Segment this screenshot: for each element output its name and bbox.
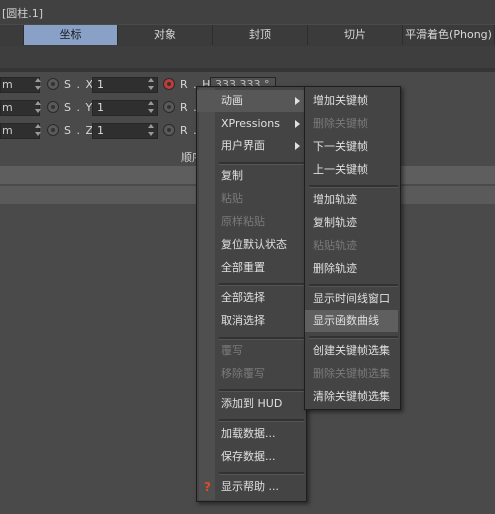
menu-item-label: 复制轨迹 [313, 216, 357, 229]
menu-separator [219, 283, 304, 286]
menu-item-copy[interactable]: 复制 [197, 165, 304, 187]
menu-item-label: 动画 [221, 94, 243, 107]
tab-phong[interactable]: 平滑着色(Phong) [403, 25, 495, 45]
submenu-item-copy-track[interactable]: 复制轨迹 [305, 212, 398, 234]
scale-x-label: S . X [64, 78, 95, 91]
menu-item-label: 原样粘贴 [221, 215, 265, 228]
menu-item-animation[interactable]: 动画 [197, 90, 304, 112]
stepper-icon[interactable] [34, 101, 42, 113]
menu-separator [219, 389, 304, 392]
divider [0, 68, 495, 72]
submenu-item-show-fcurve[interactable]: 显示函数曲线 [305, 310, 398, 332]
menu-item-load-data[interactable]: 加载数据... [197, 423, 304, 445]
rotation-p-label: R . [180, 101, 198, 114]
menu-item-label: 复位默认状态 [221, 238, 287, 251]
keyframe-radio-icon[interactable] [47, 101, 59, 113]
menu-item-label: 保存数据... [221, 450, 276, 463]
keyframe-radio-icon[interactable] [163, 124, 175, 136]
submenu-item-next-keyframe[interactable]: 下一关键帧 [305, 136, 398, 158]
menu-separator [309, 284, 398, 287]
menu-separator [309, 336, 398, 339]
tab-partial[interactable] [0, 25, 24, 45]
tab-slice[interactable]: 切片 [308, 25, 403, 45]
menu-item-label: 上一关键帧 [313, 163, 368, 176]
rotation-b-label: R . [180, 124, 198, 137]
stepper-icon[interactable] [34, 78, 42, 90]
menu-item-deselect[interactable]: 取消选择 [197, 310, 304, 332]
stepper-icon[interactable] [34, 124, 42, 136]
keyframe-radio-icon[interactable] [47, 78, 59, 90]
submenu-item-create-key-selection[interactable]: 创建关键帧选集 [305, 340, 398, 362]
menu-item-label: 粘贴 [221, 192, 243, 205]
submenu-arrow-icon [295, 97, 300, 105]
submenu-item-clear-key-selection[interactable]: 清除关键帧选集 [305, 386, 398, 408]
window-title: [圆柱.1] [2, 7, 44, 20]
menu-item-label: XPressions [221, 117, 280, 130]
menu-item-save-data[interactable]: 保存数据... [197, 446, 304, 468]
menu-item-label: 删除关键帧选集 [313, 367, 390, 380]
menu-item-label: 删除关键帧 [313, 117, 368, 130]
tab-coordinates[interactable]: 坐标 [24, 25, 118, 45]
menu-item-xpressions[interactable]: XPressions [197, 113, 304, 135]
menu-item-label: 移除覆写 [221, 367, 265, 380]
menu-item-remove-override[interactable]: 移除覆写 [197, 363, 304, 385]
keyframe-radio-icon[interactable] [163, 101, 175, 113]
submenu-item-delete-track[interactable]: 删除轨迹 [305, 258, 398, 280]
submenu-item-add-keyframe[interactable]: 增加关键帧 [305, 90, 398, 112]
submenu-item-add-track[interactable]: 增加轨迹 [305, 189, 398, 211]
menu-item-label: 显示函数曲线 [313, 314, 379, 327]
menu-item-user-interface[interactable]: 用户界面 [197, 135, 304, 157]
menu-item-label: 添加到 HUD [221, 397, 283, 410]
submenu-item-delete-keyframe[interactable]: 删除关键帧 [305, 113, 398, 135]
menu-item-label: 全部选择 [221, 291, 265, 304]
menu-separator [219, 472, 304, 475]
submenu-item-show-timeline[interactable]: 显示时间线窗口 [305, 288, 398, 310]
menu-item-label: 增加轨迹 [313, 193, 357, 206]
menu-item-label: 下一关键帧 [313, 140, 368, 153]
menu-item-show-help[interactable]: ? 显示帮助 ... [197, 476, 304, 498]
tab-caps[interactable]: 封顶 [213, 25, 308, 45]
tab-object[interactable]: 对象 [118, 25, 213, 45]
menu-separator [219, 419, 304, 422]
attribute-tabs: 坐标 对象 封顶 切片 平滑着色(Phong) [0, 25, 495, 46]
submenu-item-delete-key-selection[interactable]: 删除关键帧选集 [305, 363, 398, 385]
keyframe-radio-icon[interactable] [163, 78, 175, 90]
menu-item-paste-as-is[interactable]: 原样粘贴 [197, 211, 304, 233]
menu-item-label: 用户界面 [221, 139, 265, 152]
submenu-item-prev-keyframe[interactable]: 上一关键帧 [305, 159, 398, 181]
context-menu: 动画 XPressions 用户界面 复制 粘贴 原样粘贴 复位默认状态 全部重… [196, 86, 307, 502]
submenu-item-paste-track[interactable]: 粘贴轨迹 [305, 235, 398, 257]
submenu-arrow-icon [295, 142, 300, 150]
menu-item-add-to-hud[interactable]: 添加到 HUD [197, 393, 304, 415]
menu-item-reset-all[interactable]: 全部重置 [197, 257, 304, 279]
menu-item-label: 增加关键帧 [313, 94, 368, 107]
keyframe-radio-icon[interactable] [47, 124, 59, 136]
menu-item-label: 删除轨迹 [313, 262, 357, 275]
animation-submenu: 增加关键帧 删除关键帧 下一关键帧 上一关键帧 增加轨迹 复制轨迹 粘贴轨迹 删… [304, 86, 401, 410]
menu-item-select-all[interactable]: 全部选择 [197, 287, 304, 309]
title-bar: [圆柱.1] [0, 0, 495, 24]
toolbar-strip [0, 46, 495, 68]
menu-item-label: 复制 [221, 169, 243, 182]
menu-item-label: 清除关键帧选集 [313, 390, 390, 403]
menu-item-label: 加载数据... [221, 427, 276, 440]
menu-item-label: 取消选择 [221, 314, 265, 327]
scale-y-label: S . Y [64, 101, 94, 114]
menu-separator [309, 185, 398, 188]
submenu-arrow-icon [295, 120, 300, 128]
menu-item-label: 全部重置 [221, 261, 265, 274]
scale-z-label: S . Z [64, 124, 95, 137]
stepper-icon[interactable] [147, 101, 155, 113]
menu-item-label: 粘贴轨迹 [313, 239, 357, 252]
menu-item-override[interactable]: 覆写 [197, 340, 304, 362]
menu-item-paste[interactable]: 粘贴 [197, 188, 304, 210]
menu-item-label: 覆写 [221, 344, 243, 357]
menu-item-label: 显示帮助 ... [221, 480, 279, 493]
help-icon: ? [204, 480, 211, 494]
menu-item-reset-default[interactable]: 复位默认状态 [197, 234, 304, 256]
stepper-icon[interactable] [147, 78, 155, 90]
menu-item-label: 创建关键帧选集 [313, 344, 390, 357]
stepper-icon[interactable] [147, 124, 155, 136]
menu-item-label: 显示时间线窗口 [313, 292, 390, 305]
